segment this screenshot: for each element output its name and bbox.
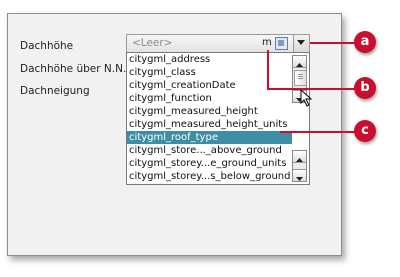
expression-icon[interactable] <box>275 37 288 50</box>
dropdown-button[interactable] <box>293 35 309 52</box>
dropdown-item[interactable]: citygml_measured_height_units <box>127 118 292 131</box>
scroll-up-button[interactable] <box>293 151 306 163</box>
callout-c-badge: c <box>354 120 376 142</box>
dropdown-item-selected[interactable]: citygml_roof_type <box>127 131 292 144</box>
callout-a-line <box>310 42 356 44</box>
callout-b-line <box>267 88 355 90</box>
dropdown-item[interactable]: citygml_measured_height <box>127 105 292 118</box>
callout-b-badge: b <box>354 77 376 99</box>
scrollbar-lower[interactable] <box>292 150 307 182</box>
scroll-up-button[interactable] <box>293 56 306 68</box>
arrow-down-icon <box>296 177 303 181</box>
dropdown-item[interactable]: citygml_storey...e_ground_units <box>127 157 292 170</box>
label-dachneigung: Dachneigung <box>20 85 90 97</box>
chevron-down-icon <box>297 40 305 45</box>
label-dachhoehe: Dachhöhe <box>20 40 74 52</box>
label-dachhoehe-nn: Dachhöhe über N.N. <box>20 63 127 75</box>
field-dropdown-list[interactable]: citygml_address citygml_class citygml_cr… <box>126 52 310 185</box>
dropdown-item[interactable]: citygml_store..._above_ground <box>127 144 292 157</box>
arrow-up-icon <box>296 158 303 162</box>
callout-b-vline <box>267 50 269 89</box>
combo-placeholder: <Leer> <box>132 37 173 49</box>
callout-c-line <box>280 131 355 133</box>
callout-a-badge: a <box>354 31 376 53</box>
field-combobox[interactable]: <Leer> m <box>126 34 310 53</box>
dropdown-item[interactable]: citygml_storey...s_below_ground <box>127 170 292 183</box>
grip-icon <box>298 74 303 80</box>
scroll-down-button[interactable] <box>293 169 306 181</box>
unit-label: m <box>262 37 272 48</box>
scroll-thumb[interactable] <box>294 70 307 86</box>
dropdown-item[interactable]: citygml_function <box>127 92 292 105</box>
mouse-cursor-icon <box>300 89 313 107</box>
